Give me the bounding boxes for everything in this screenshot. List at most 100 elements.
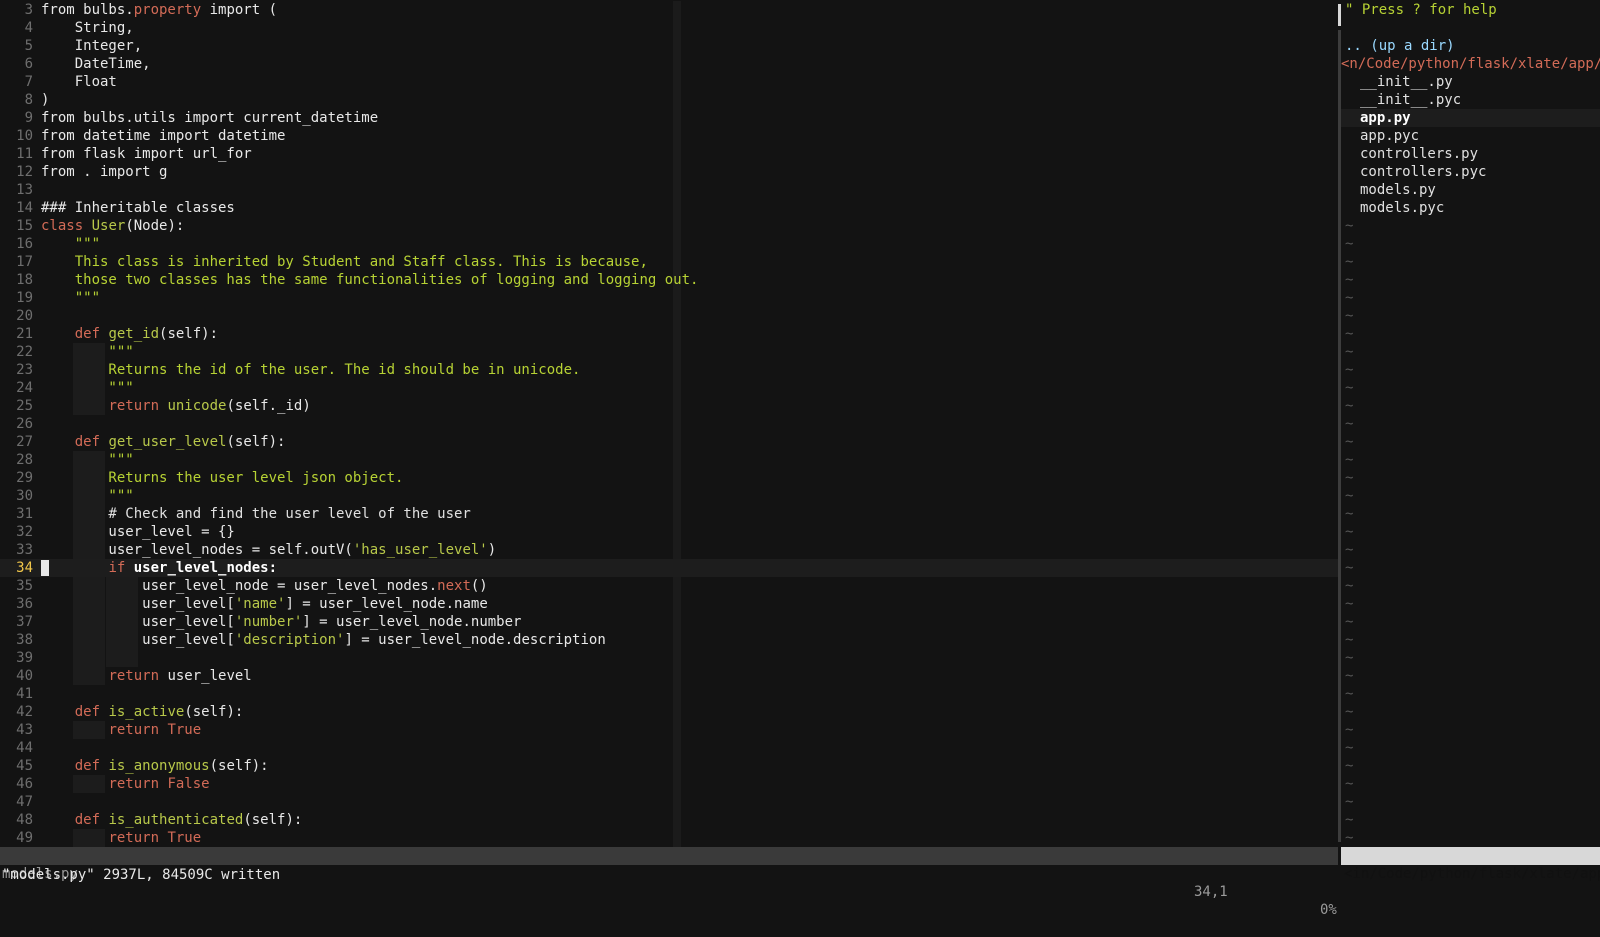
empty-line-marker: ~	[1345, 272, 1354, 288]
nerdtree-pane[interactable]: " Press ? for help .. (up a dir) <n/Code…	[1341, 1, 1600, 847]
tree-file-item[interactable]: controllers.pyc	[1341, 163, 1600, 181]
code-line[interactable]: 33 user_level_nodes = self.outV('has_use…	[0, 541, 1338, 559]
tree-empty-lines: ~ ~ ~ ~ ~ ~ ~ ~ ~ ~ ~ ~ ~ ~ ~ ~ ~ ~ ~ ~ ~ ~ ~ ~ ~ ~ ~ ~ ~ ~ ~ ~ ~ ~ ~	[1341, 217, 1600, 847]
code-line[interactable]: 17 This class is inherited by Student an…	[0, 253, 1338, 271]
line-number: 40	[16, 668, 33, 684]
empty-line-marker: ~	[1345, 344, 1354, 360]
code-line[interactable]: 16 """	[0, 235, 1338, 253]
code-line[interactable]: 42 def is_active(self):	[0, 703, 1338, 721]
code-line[interactable]: 4 String,	[0, 19, 1338, 37]
code-line[interactable]: 48 def is_authenticated(self):	[0, 811, 1338, 829]
code-text: DateTime,	[41, 56, 151, 72]
code-line[interactable]: 36 user_level['name'] = user_level_node.…	[0, 595, 1338, 613]
empty-line-marker: ~	[1345, 614, 1354, 630]
code-line[interactable]: 13	[0, 181, 1338, 199]
code-text: def get_id(self):	[74, 326, 219, 342]
code-line[interactable]: 7 Float	[0, 73, 1338, 91]
tree-file-item[interactable]: app.py	[1341, 109, 1600, 127]
code-line[interactable]: 35 user_level_node = user_level_nodes.ne…	[0, 577, 1338, 595]
code-line[interactable]: 29 Returns the user level json object.	[0, 469, 1338, 487]
code-line[interactable]: 31 # Check and find the user level of th…	[0, 505, 1338, 523]
code-line[interactable]: 41	[0, 685, 1338, 703]
code-text: )	[41, 92, 50, 108]
code-line[interactable]: 12 from . import g	[0, 163, 1338, 181]
code-text: user_level = {}	[41, 524, 235, 540]
code-line[interactable]: 6 DateTime,	[0, 55, 1338, 73]
empty-line-marker: ~	[1345, 758, 1354, 774]
line-number: 24	[16, 380, 33, 396]
code-line[interactable]: 21 def get_id(self):	[0, 325, 1338, 343]
tree-file-item[interactable]: controllers.py	[1341, 145, 1600, 163]
code-line[interactable]: 23 Returns the id of the user. The id sh…	[0, 361, 1338, 379]
tree-status-path: <in/Code/python/flask/xlate/app	[1344, 866, 1600, 882]
code-line[interactable]: 3 from bulbs.property import (	[0, 1, 1338, 19]
code-line[interactable]: 39	[0, 649, 1338, 667]
code-line[interactable]: 5 Integer,	[0, 37, 1338, 55]
text-cursor	[41, 560, 49, 576]
line-number: 8	[24, 92, 33, 108]
code-line[interactable]: 18 those two classes has the same functi…	[0, 271, 1338, 289]
tree-up-dir[interactable]: .. (up a dir)	[1341, 37, 1600, 55]
code-line[interactable]: 45 def is_anonymous(self):	[0, 757, 1338, 775]
code-line[interactable]: 30 """	[0, 487, 1338, 505]
code-line[interactable]: 22 """	[0, 343, 1338, 361]
code-line[interactable]: 14 ### Inheritable classes	[0, 199, 1338, 217]
code-text: class User(Node):	[41, 218, 185, 234]
code-line[interactable]: 8)	[0, 91, 1338, 109]
tree-blank-line	[1341, 19, 1600, 37]
code-editor-pane[interactable]: 3 from bulbs.property import (4 String, 5 …	[0, 1, 1338, 847]
line-number: 33	[16, 542, 33, 558]
code-line[interactable]: 43 return True	[0, 721, 1338, 739]
empty-line-marker: ~	[1345, 542, 1354, 558]
code-line[interactable]: 15 class User(Node):	[0, 217, 1338, 235]
line-number: 3	[24, 2, 33, 18]
line-number: 9	[24, 110, 33, 126]
tree-current-path[interactable]: <n/Code/python/flask/xlate/app/	[1341, 55, 1600, 73]
tree-file-item[interactable]: models.pyc	[1341, 199, 1600, 217]
code-line[interactable]: 20	[0, 307, 1338, 325]
line-number: 42	[16, 704, 33, 720]
code-line[interactable]: 49 return True	[0, 829, 1338, 847]
code-line[interactable]: 32 user_level = {}	[0, 523, 1338, 541]
empty-line-marker: ~	[1345, 578, 1354, 594]
code-line[interactable]: 19 """	[0, 289, 1338, 307]
code-text: Integer,	[41, 38, 143, 54]
code-line[interactable]: 9 from bulbs.utils import current_datetim…	[0, 109, 1338, 127]
line-number: 30	[16, 488, 33, 504]
code-line[interactable]: 28 """	[0, 451, 1338, 469]
line-number: 38	[16, 632, 33, 648]
tree-file-item[interactable]: __init__.py	[1341, 73, 1600, 91]
empty-line-marker: ~	[1345, 488, 1354, 504]
code-line[interactable]: 47	[0, 793, 1338, 811]
code-lines[interactable]: 3 from bulbs.property import (4 String, 5 …	[0, 1, 1338, 847]
code-line[interactable]: 10 from datetime import datetime	[0, 127, 1338, 145]
code-text: String,	[41, 20, 134, 36]
code-text: user_level_nodes = self.outV('has_user_l…	[41, 542, 497, 558]
tree-file-item[interactable]: __init__.pyc	[1341, 91, 1600, 109]
code-line[interactable]: 37 user_level['number'] = user_level_nod…	[0, 613, 1338, 631]
code-line[interactable]: 40 return user_level	[0, 667, 1338, 685]
empty-line-marker: ~	[1345, 650, 1354, 666]
code-line[interactable]: 38 user_level['description'] = user_leve…	[0, 631, 1338, 649]
empty-line-marker: ~	[1345, 452, 1354, 468]
indent-guide	[105, 649, 138, 667]
current-code-line[interactable]: 34 if user_level_nodes:	[0, 559, 1338, 577]
code-line[interactable]: 46 return False	[0, 775, 1338, 793]
empty-line-marker: ~	[1345, 308, 1354, 324]
tree-file-item[interactable]: models.py	[1341, 181, 1600, 199]
code-line[interactable]: 25 return unicode(self._id)	[0, 397, 1338, 415]
line-number: 25	[16, 398, 33, 414]
code-line[interactable]: 26	[0, 415, 1338, 433]
empty-line-marker: ~	[1345, 398, 1354, 414]
line-number: 20	[16, 308, 33, 324]
code-line[interactable]: 44	[0, 739, 1338, 757]
line-number: 49	[16, 830, 33, 846]
status-scroll-percent: 0%	[1320, 902, 1337, 918]
code-line[interactable]: 24 """	[0, 379, 1338, 397]
line-number: 11	[16, 146, 33, 162]
line-number: 31	[16, 506, 33, 522]
code-line[interactable]: 27 def get_user_level(self):	[0, 433, 1338, 451]
code-text: """	[41, 344, 134, 360]
code-line[interactable]: 11 from flask import url_for	[0, 145, 1338, 163]
tree-file-item[interactable]: app.pyc	[1341, 127, 1600, 145]
